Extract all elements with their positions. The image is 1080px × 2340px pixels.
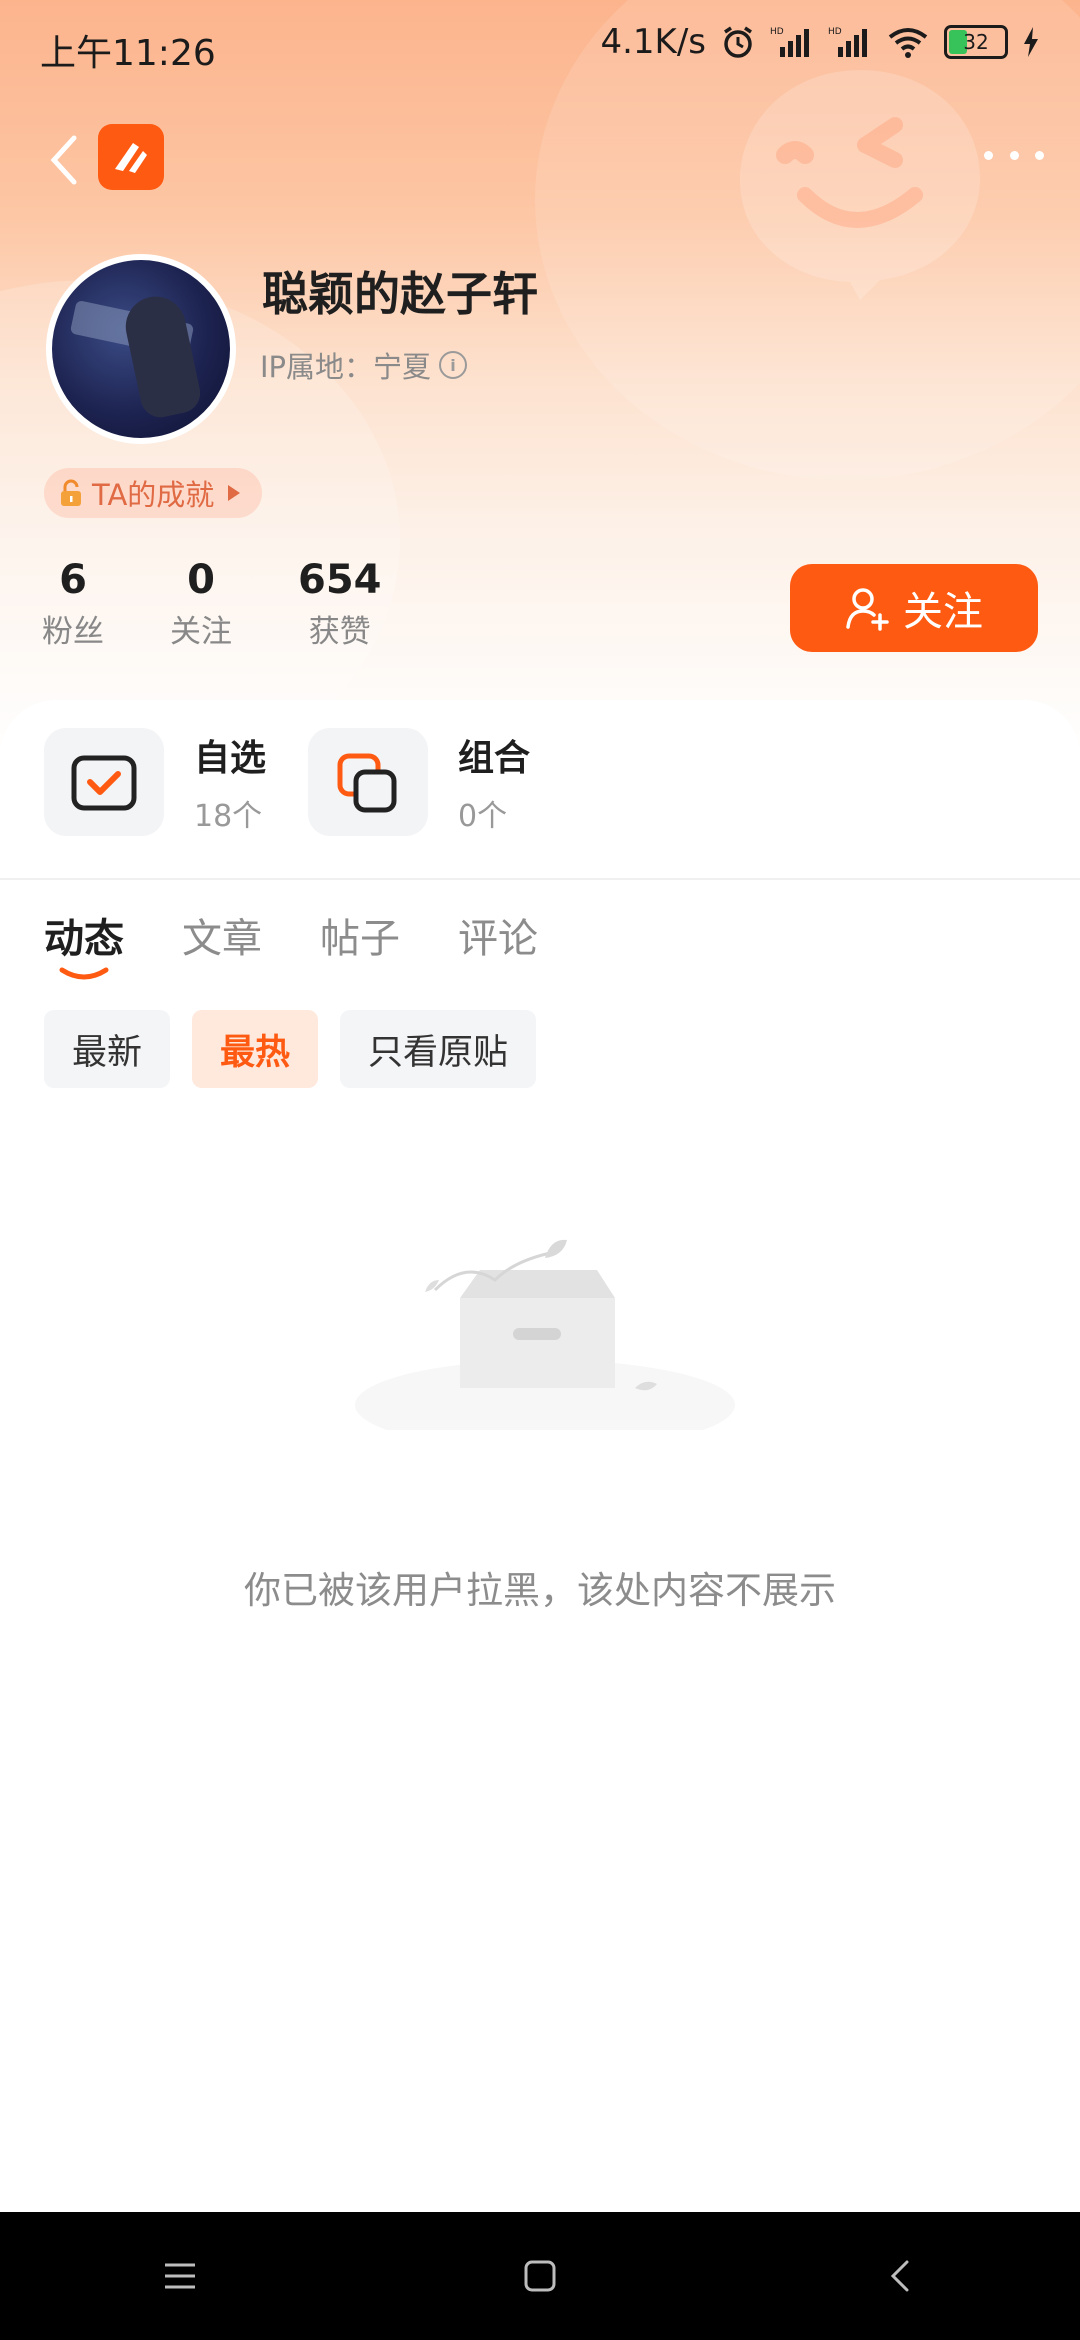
tab-label: 帖子 xyxy=(320,916,400,962)
content-tabs: 动态 文章 帖子 评论 xyxy=(44,906,538,980)
stat-value: 6 xyxy=(59,557,87,603)
watchlist-title: 自选 xyxy=(194,738,267,779)
menu-icon xyxy=(165,2263,195,2289)
info-icon[interactable]: i xyxy=(439,351,468,379)
watchlist-entry[interactable]: 自选 18个 xyxy=(44,728,266,836)
app-logo-icon[interactable] xyxy=(98,124,164,190)
watchlist-check-icon xyxy=(71,755,137,811)
filter-hottest[interactable]: 最热 xyxy=(192,1010,319,1088)
stat-label: 关注 xyxy=(170,614,232,650)
divider xyxy=(0,878,1080,880)
tab-activity[interactable]: 动态 xyxy=(44,906,124,980)
net-speed: 4.1K/s xyxy=(600,22,706,62)
tab-posts[interactable]: 帖子 xyxy=(320,906,400,964)
tab-label: 评论 xyxy=(458,916,538,962)
profile-stats: 6 粉丝 0 关注 654 获赞 xyxy=(42,556,382,651)
status-bar: 上午11:26 4.1K/s HD HD 32 xyxy=(0,0,1080,90)
home-icon xyxy=(524,2260,556,2292)
stat-label: 粉丝 xyxy=(42,614,104,650)
status-time: 上午11:26 xyxy=(40,33,216,74)
more-options-button[interactable] xyxy=(984,140,1044,170)
back-icon xyxy=(890,2260,909,2292)
svg-text:HD: HD xyxy=(770,27,784,37)
signal-icon: HD xyxy=(828,27,867,57)
svg-text:HD: HD xyxy=(828,27,842,37)
alarm-icon xyxy=(724,26,752,58)
tab-label: 文章 xyxy=(182,916,262,962)
battery-icon: 32 xyxy=(944,25,1008,59)
battery-level: 32 xyxy=(963,30,989,54)
portfolio-icon xyxy=(337,753,397,813)
watchlist-count: 18个 xyxy=(194,799,263,834)
stat-label: 获赞 xyxy=(308,614,371,650)
empty-box-illustration xyxy=(355,1239,735,1430)
lock-icon xyxy=(61,479,81,506)
tab-label: 动态 xyxy=(44,916,124,962)
logo-mark-icon xyxy=(115,143,147,173)
charging-icon xyxy=(1024,27,1038,57)
sort-filters: 最新 最热 只看原贴 xyxy=(44,1010,537,1088)
portfolio-title: 组合 xyxy=(458,738,531,779)
add-user-icon xyxy=(846,588,889,631)
arrow-right-icon xyxy=(228,485,241,501)
stat-fans[interactable]: 6 粉丝 xyxy=(42,556,104,651)
menu-button[interactable] xyxy=(140,2236,220,2316)
stat-value: 654 xyxy=(298,557,382,603)
system-back-button[interactable] xyxy=(860,2236,940,2316)
tab-articles[interactable]: 文章 xyxy=(182,906,262,964)
follow-button[interactable]: 关注 xyxy=(790,564,1038,652)
active-tab-indicator xyxy=(59,967,109,980)
stat-following[interactable]: 0 关注 xyxy=(170,556,232,651)
avatar[interactable] xyxy=(46,254,236,444)
mascot-bubble-icon xyxy=(740,70,980,300)
ip-location-text: IP属地：宁夏 xyxy=(260,350,432,384)
stat-likes[interactable]: 654 获赞 xyxy=(298,556,382,651)
portfolio-entry[interactable]: 组合 0个 xyxy=(308,728,530,836)
system-navigation-bar xyxy=(0,2212,1080,2340)
follow-label: 关注 xyxy=(903,589,983,635)
content-card: 自选 18个 组合 0个 动态 文章 帖子 评论 最新 最热 只看原贴 你已被该… xyxy=(0,700,1080,2212)
portfolio-count: 0个 xyxy=(458,799,508,834)
ip-location: IP属地：宁夏 i xyxy=(260,344,468,386)
filter-original-only[interactable]: 只看原贴 xyxy=(340,1010,537,1088)
wifi-icon xyxy=(888,28,928,58)
filter-latest[interactable]: 最新 xyxy=(44,1010,171,1088)
achievements-button[interactable]: TA的成就 xyxy=(44,468,263,518)
signal-icon: HD xyxy=(770,27,809,57)
tab-comments[interactable]: 评论 xyxy=(458,906,538,964)
achievements-label: TA的成就 xyxy=(92,478,215,512)
home-button[interactable] xyxy=(500,2236,580,2316)
username: 聪颖的赵子轩 xyxy=(262,267,538,321)
stat-value: 0 xyxy=(187,557,215,603)
blocked-message: 你已被该用户拉黑，该处内容不展示 xyxy=(244,1569,836,1612)
back-icon[interactable] xyxy=(40,130,90,190)
